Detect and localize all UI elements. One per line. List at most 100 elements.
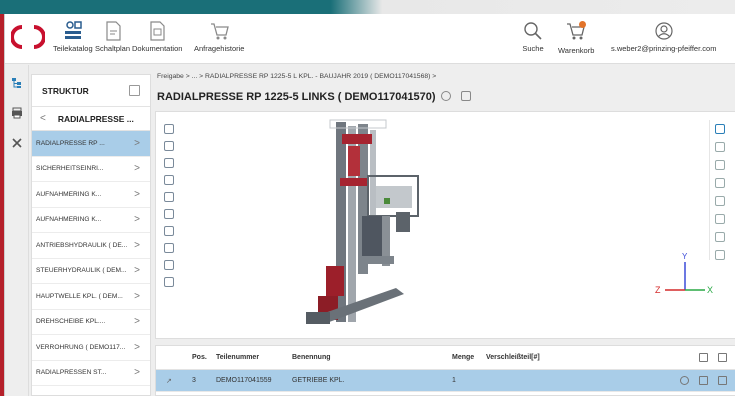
schematic-icon [105,21,121,41]
request-history-icon [211,23,230,40]
panel-splitter[interactable] [155,339,735,344]
axis-triad: Y Z X [655,252,713,295]
print-icon[interactable] [11,107,23,119]
structure-item[interactable]: DREHSCHEIBE KPL.... > [32,310,150,335]
structure-item[interactable]: SICHERHEITSEINRI... > [32,157,150,182]
structure-item-label: RADIALPRESSEN ST... [36,369,107,377]
col-menge[interactable]: Menge [452,354,474,361]
tools-icon[interactable] [11,137,23,149]
structure-item[interactable]: ANTRIEBSHYDRAULIK ( DE... > [32,233,150,259]
toolbar-dokumentation-button[interactable]: Dokumentation [132,20,182,53]
structure-item-label: STEUERHYDRAULIK ( DEM... [36,267,127,275]
breadcrumb[interactable]: Freigabe > ... > RADIALPRESSE RP 1225-5 … [157,73,436,80]
chevron-right-icon[interactable]: > [134,138,140,149]
axis-x-label: X [707,285,713,295]
pan-hand-icon[interactable] [714,160,725,170]
screenshot-icon[interactable] [714,250,725,260]
row-actions [680,376,727,385]
col-verschleissteil[interactable]: Verschleißteil[#] [486,354,540,361]
table-row[interactable]: ↗ 3 DEMO117041559 GETRIEBE KPL. 1 [156,370,735,392]
col-benennung[interactable]: Benennung [292,354,331,361]
viewer-right-toolbar [709,120,729,260]
top-toolbar: Teilekatalog Schaltplan Dokumentation An… [5,14,735,64]
chevron-right-icon[interactable]: > [134,265,140,276]
structure-item-label: AUFNAHMERING K... [36,216,102,224]
print-view-icon[interactable] [164,277,174,287]
view-cube-icon[interactable] [164,226,174,236]
zoom-out-icon[interactable] [164,192,174,202]
search-button[interactable]: Suche [522,20,544,53]
explode-icon[interactable] [164,158,174,168]
structure-item[interactable]: VERROHRUNG ( DEMO117... > [32,335,150,361]
page-title: RADIALPRESSE RP 1225-5 LINKS ( DEMO11704… [157,91,436,103]
chevron-right-icon[interactable]: > [134,240,140,251]
title-actions [441,91,471,101]
cart-button[interactable]: Warenkorb [558,20,594,55]
link-icon[interactable]: ↗ [166,377,172,385]
dokumentation-label: Dokumentation [132,44,183,53]
cell-teilenummer: DEMO117041559 [216,377,272,384]
documentation-icon [150,21,165,41]
col-teilenummer[interactable]: Teilenummer [216,354,259,361]
chevron-right-icon[interactable]: > [134,291,140,302]
back-chevron-icon[interactable]: < [40,113,46,124]
toolbar-schaltplan-button[interactable]: Schaltplan [95,20,130,53]
structure-item[interactable]: AUFNAHMERING K... > [32,182,150,208]
fit-view-icon[interactable] [164,124,174,134]
info-icon[interactable] [680,376,689,385]
table-header-actions [699,353,727,362]
layers-icon[interactable] [714,232,725,242]
machine-3d-model [306,119,419,324]
hierarchy-icon[interactable] [164,260,174,270]
rotate-icon[interactable] [714,142,725,152]
chevron-right-icon[interactable]: > [134,214,140,225]
cart-add-icon[interactable] [699,376,708,385]
chevron-right-icon[interactable]: > [134,367,140,378]
table-body: ↗ 3 DEMO117041559 GETRIEBE KPL. 1 ↗4DEMO11703… [156,370,735,396]
parts-table: Pos. Teilenummer Benennung Menge Verschl… [155,345,735,396]
chevron-right-icon[interactable]: > [134,189,140,200]
table-row[interactable]: ↗4DEMO117030895ARBEITSTISCH KPL.1 [156,392,735,396]
anfragehistorie-label: Anfragehistorie [194,44,245,53]
structure-item[interactable]: HAUPTWELLE KPL. ( DEM... > [32,284,150,310]
chevron-right-icon[interactable]: > [134,342,140,353]
structure-item-label: DREHSCHEIBE KPL.... [36,318,106,326]
toolbar-teilekatalog-button[interactable]: Teilekatalog [53,20,93,53]
chevron-right-icon[interactable]: > [134,316,140,327]
structure-item[interactable]: AUFNAHMERING K... > [32,208,150,233]
structure-tree-icon[interactable] [11,77,23,89]
zoom-in-icon[interactable] [164,175,174,185]
col-pos[interactable]: Pos. [192,354,207,361]
main-content: Freigabe > ... > RADIALPRESSE RP 1225-5 … [155,65,735,396]
chevron-right-icon[interactable]: > [134,163,140,174]
structure-item-label: AUFNAHMERING K... [36,190,102,198]
settings-icon[interactable] [714,178,725,188]
zoom-window-icon[interactable] [164,209,174,219]
section-icon[interactable] [714,196,725,206]
structure-item-label: SICHERHEITSEINRI... [36,165,104,173]
structure-item[interactable]: STEUERHYDRAULIK ( DEM... > [32,259,150,284]
edit-icon[interactable] [461,91,471,101]
structure-item-label: RADIALPRESSE RP ... [36,139,105,147]
structure-item[interactable]: RADIALPRESSEN ST... > [32,361,150,386]
visibility-icon[interactable] [164,243,174,253]
viewer-left-toolbar [164,124,174,287]
info-icon[interactable] [441,91,451,101]
box-view-icon[interactable] [164,141,174,151]
user-menu-button[interactable]: s.weber2@prinzing-pfeiffer.com [611,20,716,53]
filter-icon[interactable] [718,353,727,362]
structure-header: STRUKTUR [32,75,150,107]
axis-y-label: Y [682,252,688,261]
reset-view-icon[interactable] [714,124,725,134]
brand-logo [11,25,45,49]
3d-viewer[interactable]: Y Z X [155,111,735,339]
structure-item[interactable]: RADIALPRESSE RP ... > [32,131,150,157]
chevron-right-icon[interactable] [718,376,727,385]
list-view-icon[interactable] [714,214,725,224]
toolbar-anfragehistorie-button[interactable]: Anfragehistorie [194,20,244,53]
columns-icon[interactable] [699,353,708,362]
axis-z-label: Z [655,285,661,295]
user-label: s.weber2@prinzing-pfeiffer.com [611,44,717,53]
structure-breadcrumb[interactable]: < RADIALPRESSE ... [32,107,150,131]
collapse-panel-icon[interactable] [129,85,140,96]
